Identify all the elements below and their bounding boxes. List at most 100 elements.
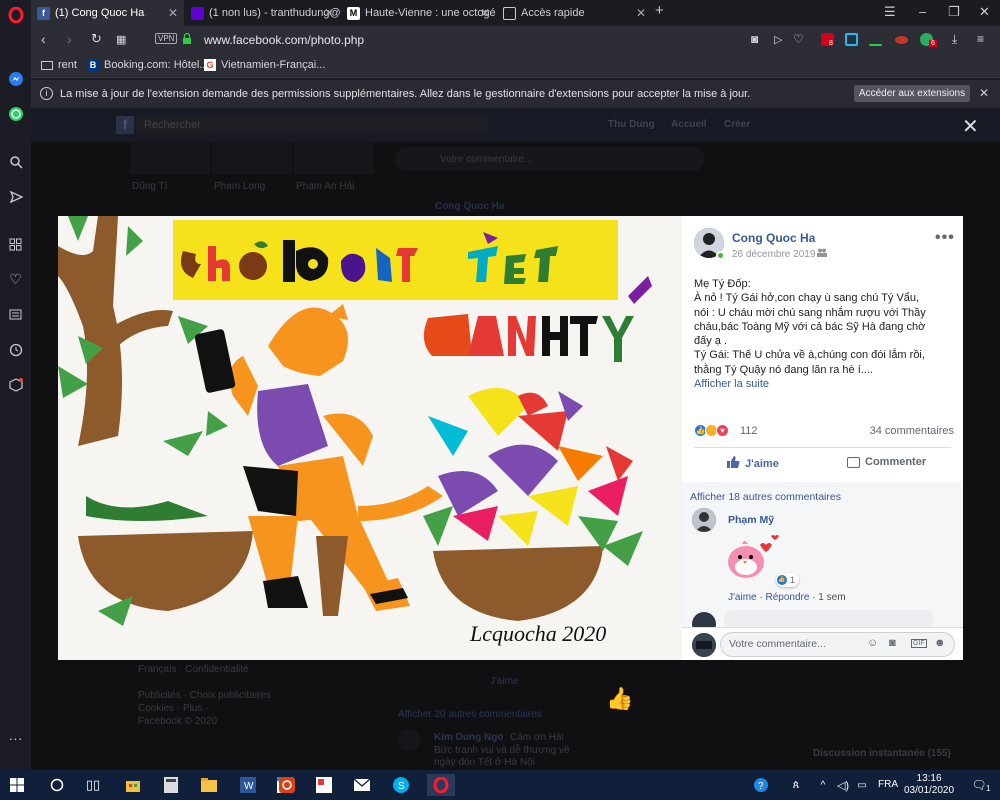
minimize-icon[interactable]: – (919, 4, 926, 19)
bg-comment-text: Cảm ơn Hải (510, 732, 564, 743)
bookmark-booking[interactable]: B Booking.com: Hôtel... (87, 59, 209, 71)
red-app-icon[interactable] (276, 774, 298, 796)
download-icon[interactable]: ⤓ (952, 32, 957, 47)
friend-photo (130, 142, 210, 174)
comment-like-badge[interactable]: 👍 1 (776, 573, 800, 587)
more-options-icon[interactable]: ··· (6, 728, 25, 747)
open-extensions-button[interactable]: Accéder aux extensions (854, 85, 970, 102)
calculator-icon[interactable] (160, 774, 182, 796)
mail-icon[interactable] (351, 774, 373, 796)
gif-icon[interactable]: GIF (911, 639, 927, 648)
tab-speed-dial[interactable]: Accès rapide ✕ (497, 0, 652, 26)
cortana-search-icon[interactable] (46, 774, 68, 796)
commenter-avatar[interactable] (692, 508, 716, 532)
opera-taskbar-icon[interactable] (427, 774, 455, 796)
emoji-icon[interactable]: ☺ (867, 637, 878, 649)
tab-news[interactable]: M Haute-Vienne : une octogé ✕ (341, 0, 496, 26)
tab-menu-icon[interactable]: ☰ (884, 4, 896, 20)
artist-signature: Lcquocha 2020 (469, 621, 606, 646)
extensions-cube-icon[interactable] (6, 375, 25, 394)
opera-logo-icon[interactable] (6, 5, 25, 24)
bg-comment-text: ngày đón Tết ở Hà Nội (434, 757, 535, 768)
news-app-icon[interactable] (313, 774, 335, 796)
skype-icon[interactable]: S (390, 774, 412, 796)
post-author-name[interactable]: Cong Quoc Ha (732, 231, 815, 245)
extension-icon[interactable] (845, 33, 858, 46)
tabs-grid-icon[interactable]: ▦ (116, 33, 126, 46)
search-icon[interactable] (6, 152, 25, 171)
camera-icon[interactable]: ◙ (751, 32, 758, 46)
thumbs-up-icon: 👍 (777, 575, 787, 585)
more-comments-link[interactable]: Afficher 18 autres commentaires (690, 491, 841, 503)
reaction-count[interactable]: 112 (740, 425, 758, 437)
post-text: Mẹ Tý Đốp: À nỏ ! Tý Gái hở,con chạy ù s… (694, 277, 956, 391)
bookmark-rent[interactable]: rent (41, 59, 77, 71)
whatsapp-icon[interactable] (6, 104, 25, 123)
forward-icon[interactable]: › (67, 31, 72, 47)
back-icon[interactable]: ‹ (41, 31, 46, 47)
language-indicator[interactable]: FRA (878, 779, 898, 790)
network-icon[interactable]: ▭ (851, 774, 873, 796)
messenger-icon[interactable] (6, 69, 25, 88)
online-status-icon (716, 251, 725, 260)
maximize-icon[interactable]: ❐ (948, 4, 960, 20)
friend-name: Dũng Tí (132, 181, 168, 192)
extension-icon[interactable] (895, 36, 908, 44)
people-icon[interactable]: ጰ (785, 774, 807, 796)
comment-button[interactable]: Commenter (847, 456, 926, 468)
close-photo-icon[interactable]: ✕ (962, 114, 979, 139)
windows-start-icon[interactable] (6, 774, 28, 796)
reload-icon[interactable]: ↻ (91, 31, 102, 47)
post-photo[interactable]: Lcquocha 2020 (58, 216, 682, 660)
yahoo-mail-icon (191, 6, 204, 20)
task-view-icon[interactable]: ▯▯ (82, 774, 104, 796)
url-field[interactable]: www.facebook.com/photo.php (204, 33, 364, 47)
comment-time[interactable]: 1 sem (818, 592, 845, 603)
vpn-badge[interactable]: VPN (155, 33, 178, 44)
comments-count[interactable]: 34 commentaires (870, 425, 954, 437)
send-icon[interactable] (6, 187, 25, 206)
commenter-name[interactable]: Phạm Mỹ (728, 514, 774, 526)
bg-footer-link: Publicités · Choix publicitaires (138, 690, 271, 701)
tray-chevron-icon[interactable]: ^ (812, 774, 834, 796)
tab-close-icon[interactable]: ✕ (168, 6, 178, 20)
close-window-icon[interactable]: ✕ (979, 4, 990, 20)
clock[interactable]: 13:16 03/01/2020 (904, 773, 954, 797)
bg-like-thumb-icon: 👍 (606, 686, 634, 711)
tab-close-icon[interactable]: ✕ (636, 6, 646, 20)
help-icon[interactable]: ? (750, 774, 772, 796)
send-icon[interactable]: ▷ (774, 33, 782, 46)
extension-icon[interactable] (869, 33, 882, 46)
settings-menu-icon[interactable]: ≡ (977, 32, 984, 46)
word-icon[interactable]: W (237, 774, 259, 796)
friend-photo (212, 142, 292, 174)
bookmark-translate[interactable]: G Vietnamien-Françai... (204, 59, 325, 71)
sticker-icon[interactable]: ☻ (934, 637, 946, 649)
file-explorer-icon[interactable] (198, 774, 220, 796)
windows-taskbar: ▯▯ W S ? ጰ ^ ◁) ▭ FRA 13:16 03/01/2020 🗨… (0, 770, 1000, 800)
camera-icon[interactable]: ◙ (889, 637, 896, 649)
collage-artwork: Lcquocha 2020 (58, 216, 652, 646)
tab-facebook[interactable]: f (1) Cong Quoc Ha ✕ (31, 0, 184, 26)
comment-reply-link[interactable]: Répondre (765, 592, 809, 603)
friend-name: Phạm Long (214, 181, 266, 192)
history-icon[interactable] (6, 340, 25, 359)
new-tab-icon[interactable]: + (655, 2, 664, 19)
svg-text:S: S (398, 781, 405, 792)
tab-close-icon[interactable]: ✕ (324, 6, 334, 20)
comment-like-link[interactable]: J'aime (728, 592, 757, 603)
tab-close-icon[interactable]: ✕ (480, 6, 490, 20)
store-icon[interactable] (122, 774, 144, 796)
reaction-summary[interactable]: 👍 ♥ 112 34 commentaires (694, 424, 954, 440)
heart-icon[interactable]: ♡ (6, 270, 25, 289)
heart-icon[interactable]: ♡ (793, 32, 804, 46)
google-icon: G (204, 59, 216, 71)
close-icon[interactable]: ✕ (979, 86, 989, 100)
speed-dial-icon[interactable] (6, 235, 25, 254)
post-date[interactable]: 26 décembre 2019 (732, 249, 815, 260)
news-icon[interactable] (6, 305, 25, 324)
like-button[interactable]: J'aime (727, 456, 779, 471)
more-options-icon[interactable]: ••• (935, 229, 955, 247)
see-more-link[interactable]: Afficher la suite (694, 377, 956, 391)
tab-yahoo-mail[interactable]: (1 non lus) - tranthudung@ ✕ (185, 0, 340, 26)
